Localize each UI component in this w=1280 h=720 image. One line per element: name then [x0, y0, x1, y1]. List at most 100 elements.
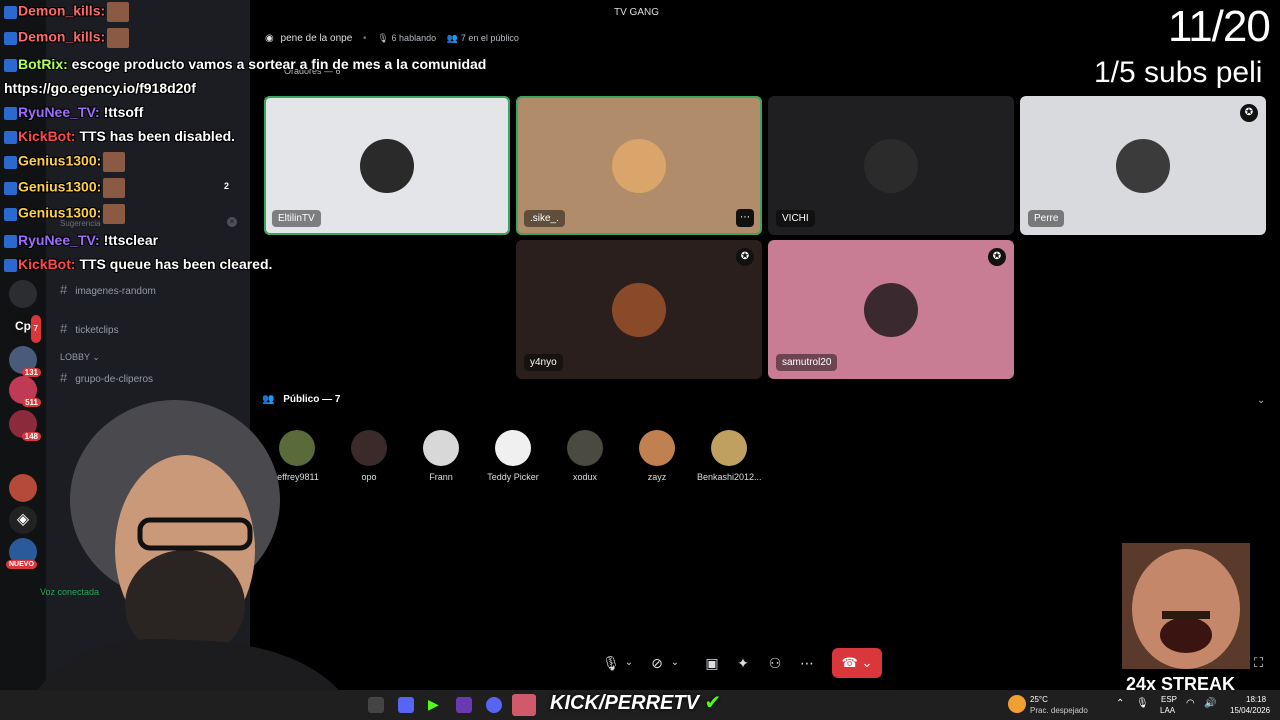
emote-icon [103, 178, 126, 198]
chat-message: BotRix: escoge producto vamos a sortear … [4, 56, 486, 72]
speaker-tile[interactable]: VICHI [768, 96, 1014, 235]
chat-username: RyuNee_TV: [18, 104, 100, 120]
avatar [567, 430, 603, 466]
lang-code[interactable]: ESP [1161, 695, 1177, 704]
chevron-up-icon[interactable]: ⌃ [1116, 698, 1124, 709]
app-icon[interactable] [368, 697, 384, 713]
chat-text: https://go.egency.io/f918d20f [4, 80, 196, 96]
separator: • [363, 33, 367, 44]
member-name: Teddy Picker [487, 472, 539, 482]
badge-icon [4, 31, 17, 45]
chat-message: KickBot: TTS queue has been cleared. [4, 256, 272, 272]
volume-icon[interactable]: 🔊 [1204, 698, 1216, 709]
audience-member[interactable]: Teddy Picker [481, 430, 545, 482]
member-name: Frann [429, 472, 453, 482]
more-options-icon[interactable]: ⋯ [736, 209, 754, 227]
hash-icon: # [60, 321, 68, 336]
more-button[interactable]: ⋯ [792, 648, 822, 678]
channel-imagenes-random[interactable]: # imagenes-random [60, 282, 156, 297]
avatar [639, 430, 675, 466]
speaker-tile[interactable]: .sike_. ⋯ [516, 96, 762, 235]
chat-message: Genius1300: [4, 152, 127, 172]
close-icon[interactable]: × [227, 217, 237, 227]
chat-text: TTS queue has been cleared. [75, 256, 273, 272]
moderator-icon: ✪ [1240, 104, 1258, 122]
audience-member[interactable]: Benkashi2012... [697, 430, 762, 482]
chat-username: KickBot: [18, 256, 76, 272]
chevron-down-icon[interactable]: ⌄ [666, 648, 684, 678]
mic-icon: 🎙 [377, 33, 389, 43]
phone-hangup-icon: ☎ [841, 655, 858, 670]
stage-icon: ◉ [265, 33, 274, 44]
chat-username: Genius1300: [18, 178, 102, 195]
activity-button[interactable]: ✦ [728, 648, 758, 678]
audience-member[interactable]: xodux [553, 430, 617, 482]
chat-message: RyuNee_TV: !ttsclear [4, 232, 158, 248]
end-call-button[interactable]: ☎ ⌄ [832, 648, 882, 678]
goal-counter: 11/20 [1168, 2, 1271, 51]
emote-icon [103, 152, 126, 172]
avatar [1116, 138, 1170, 193]
calculator-icon[interactable] [398, 697, 414, 713]
chat-text: TTS has been disabled. [75, 128, 236, 144]
chevron-down-icon[interactable]: ⌄ [1257, 395, 1265, 406]
chat-message: Genius1300: [4, 178, 127, 198]
speaker-tile[interactable]: Perre ✪ [1020, 96, 1266, 235]
chat-username: Genius1300: [18, 152, 102, 169]
chat-message: KickBot: TTS has been disabled. [4, 128, 235, 144]
stage-title: pene de la onpe [280, 33, 353, 44]
chat-username: Demon_kills: [18, 28, 106, 45]
server-icon[interactable]: Cp 7 [9, 312, 41, 343]
avatar [495, 430, 531, 466]
server-icon[interactable] [9, 280, 37, 308]
hash-icon: # [60, 370, 68, 385]
server-icon[interactable]: 131 [9, 346, 41, 377]
invite-button[interactable]: ⚇ [760, 648, 790, 678]
speaker-tile[interactable]: EltilinTV [264, 96, 510, 235]
fullscreen-icon[interactable]: ⛶ [1254, 655, 1263, 671]
discord-icon[interactable] [486, 697, 502, 713]
chat-username: KickBot: [18, 128, 76, 144]
badge-icon [4, 155, 17, 169]
avatar [864, 138, 918, 193]
app-icon[interactable] [456, 697, 472, 713]
chevron-down-icon[interactable]: ⌄ [620, 648, 638, 678]
avatar [612, 138, 666, 193]
screen-share-button[interactable]: ▣ [697, 648, 727, 678]
audience-member[interactable]: zayz [625, 430, 689, 482]
audience-member[interactable]: Frann [409, 430, 473, 482]
app-icon[interactable] [512, 694, 536, 716]
badge-icon [4, 258, 17, 272]
category-lobby[interactable]: LOBBY ⌄ [60, 352, 100, 363]
play-icon[interactable]: ▶ [428, 696, 439, 713]
chat-message: Demon_kills: [4, 2, 131, 22]
speaker-name: y4nyo [524, 354, 563, 371]
speaker-tile[interactable]: y4nyo ✪ [516, 240, 762, 379]
wifi-icon[interactable]: ◠ [1186, 698, 1195, 709]
speaking-count: 6 hablando [391, 33, 437, 43]
badge-icon [4, 207, 17, 221]
chat-text: !ttsclear [99, 232, 159, 248]
badge-icon [4, 106, 17, 120]
weather-desc: Prac. despejado [1030, 706, 1088, 715]
channel-grupo-de-cliperos[interactable]: # grupo-de-cliperos [60, 370, 153, 385]
people-icon: 👥 [446, 33, 459, 43]
moderator-icon: ✪ [988, 248, 1006, 266]
webcam-person [20, 400, 360, 720]
lang-region: LAA [1160, 706, 1176, 715]
chat-message: Genius1300: [4, 204, 127, 224]
speaker-name: samutrol20 [776, 354, 838, 371]
subs-goal: 1/5 subs peli [1094, 56, 1263, 89]
clock-time[interactable]: 18:18 [1246, 695, 1266, 704]
taskbar: ▶ KICK/PERRETV ✔ 25°C Prac. despejado ⌃ … [0, 690, 1280, 720]
badge-icon [4, 58, 17, 72]
mic-icon[interactable]: 🎙 [1136, 698, 1149, 709]
badge-icon [4, 181, 17, 195]
member-name: zayz [647, 472, 667, 482]
emote-icon [107, 28, 130, 48]
channel-ticketclips[interactable]: # ticketclips [60, 321, 119, 336]
speaker-tile[interactable]: samutrol20 ✪ [768, 240, 1014, 379]
unread-badge: 2 [224, 181, 230, 191]
clock-date: 15/04/2026 [1230, 706, 1271, 715]
weather-icon [1008, 695, 1026, 713]
